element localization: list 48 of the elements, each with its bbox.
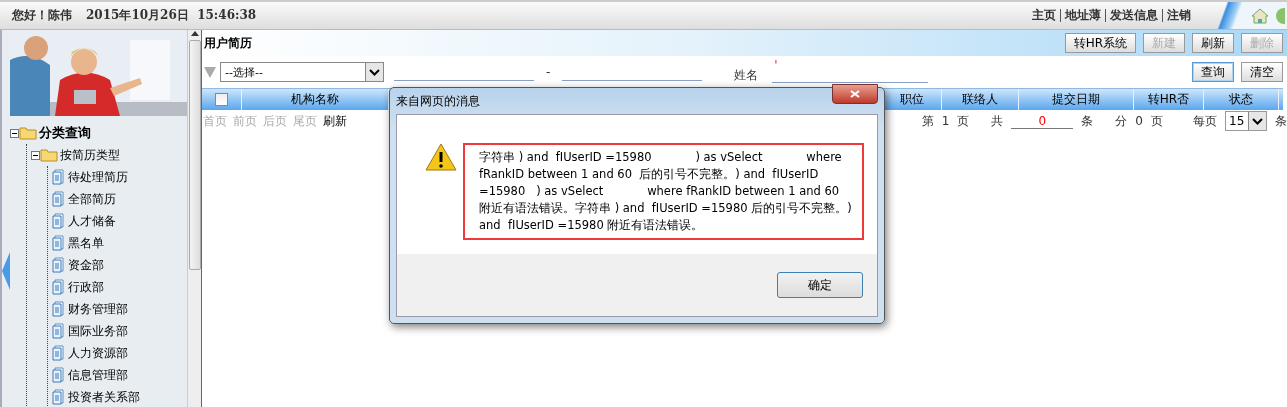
tree-item[interactable]: 投资者关系部 bbox=[68, 388, 140, 406]
dialog-title: 来自网页的消息 bbox=[396, 92, 480, 110]
panel-title: 用户简历 bbox=[204, 34, 252, 52]
tree-item[interactable]: 按简历类型 bbox=[60, 146, 120, 164]
tree-item[interactable]: 财务管理部 bbox=[68, 300, 128, 318]
pager-text: 条 bbox=[1275, 112, 1287, 130]
ok-button[interactable]: 确定 bbox=[777, 272, 863, 298]
total-count: 0 bbox=[1011, 113, 1074, 129]
pager-text: 每页 bbox=[1193, 112, 1217, 130]
tree-item[interactable]: 资金部 bbox=[68, 256, 104, 274]
date-time: 2015年10月26日 15:46:38 bbox=[86, 7, 257, 24]
page-size-select[interactable]: 15 bbox=[1225, 111, 1267, 131]
tree-item[interactable]: 全部简历 bbox=[68, 190, 116, 208]
tree-item[interactable]: 黑名单 bbox=[68, 234, 104, 252]
tree-item[interactable]: 分类查询 bbox=[39, 124, 91, 142]
range-separator: - bbox=[546, 65, 551, 79]
nav-link[interactable]: 注销 bbox=[1162, 9, 1191, 22]
tree-item[interactable]: 行政部 bbox=[68, 278, 104, 296]
filter-button[interactable]: 清空 bbox=[1241, 62, 1283, 82]
tree-item[interactable]: 人才储备 bbox=[68, 212, 116, 230]
nav-link[interactable]: 主页 bbox=[1032, 9, 1056, 22]
pager-text: 页 bbox=[957, 112, 970, 130]
filter-button[interactable]: 查询 bbox=[1192, 62, 1234, 82]
error-message: 字符串 ) and fIUserID =15980 ) as vSelect where fRankID between 1 and 60 后的引号不完整。) and fIUserID =15980 ) as vSelect where fRankID between 1 and 60 附近有语法错误。字符串 ) and fIUserID =15980 后的引号不完整。) and fIUserID =15980 附近有语法错误。 bbox=[463, 143, 864, 240]
select-dropdown[interactable]: --选择-- bbox=[220, 62, 384, 82]
column-header: 联络人 bbox=[942, 89, 1019, 110]
nav-link[interactable]: 地址薄 bbox=[1060, 9, 1101, 22]
tree-item[interactable]: 人力资源部 bbox=[68, 344, 128, 362]
pager-text: 1 bbox=[941, 114, 950, 128]
pager-text: 条 bbox=[1081, 112, 1094, 130]
pager-text: 分 bbox=[1115, 112, 1128, 130]
field-label: 姓名 bbox=[734, 66, 759, 84]
pager-text: 页 bbox=[1151, 112, 1163, 130]
greeting: 您好！陈伟 bbox=[12, 7, 72, 24]
column-header: 提交日期 bbox=[1019, 89, 1134, 110]
toolbar-button[interactable]: 转HR系统 bbox=[1064, 33, 1136, 53]
input-field[interactable]: ' bbox=[772, 61, 929, 83]
toolbar-button[interactable]: 刷新 bbox=[1192, 33, 1234, 53]
tree-item[interactable]: 待处理简历 bbox=[68, 168, 128, 186]
pager-text: 第 bbox=[921, 112, 934, 130]
nav-link[interactable]: 发送信息 bbox=[1105, 9, 1158, 22]
column-header: 转HR否 bbox=[1134, 89, 1204, 110]
tree-item[interactable]: 信息管理部 bbox=[68, 366, 128, 384]
column-header: 状态 bbox=[1204, 89, 1279, 110]
pager-text: 0 bbox=[1135, 114, 1143, 128]
tree-item[interactable]: 国际业务部 bbox=[68, 322, 128, 340]
pager-text: 共 bbox=[991, 112, 1004, 130]
pager-link[interactable]: 刷新 bbox=[323, 112, 347, 130]
